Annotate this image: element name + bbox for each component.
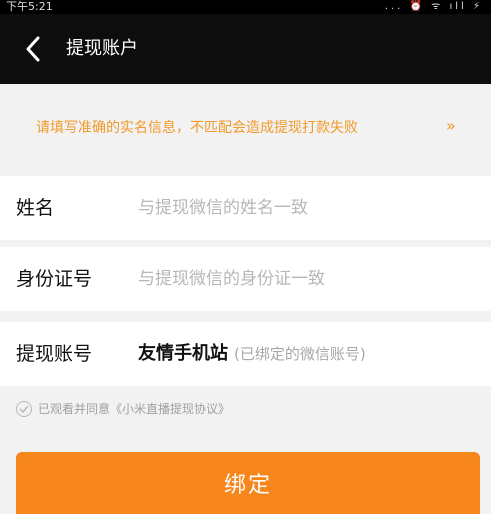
id-number-row: 身份证号	[0, 247, 491, 311]
account-label: 提现账号	[16, 343, 93, 365]
agreement[interactable]: 已观看并同意《小米直播提现协议》	[16, 398, 230, 420]
name-label: 姓名	[16, 197, 55, 219]
bind-button[interactable]: 绑定	[16, 452, 480, 514]
account-name: 友情手机站	[138, 343, 228, 364]
name-row: 姓名	[0, 176, 491, 240]
status-time: 下午5:21	[6, 0, 53, 13]
account-value: 友情手机站 (已绑定的微信账号)	[138, 342, 366, 366]
notice-banner: 请填写准确的实名信息，不匹配会造成提现打款失败 »	[0, 84, 491, 176]
nav-bar: 提现账户	[0, 14, 491, 84]
status-icons: ... ⏰ ᯤ ıll ⚡	[384, 1, 483, 12]
notice-text: 请填写准确的实名信息，不匹配会造成提现打款失败	[36, 120, 358, 136]
status-bar: 下午5:21 ... ⏰ ᯤ ıll ⚡	[0, 0, 491, 14]
back-arrow-icon[interactable]	[20, 32, 50, 66]
id-number-label: 身份证号	[16, 268, 93, 290]
notice-chevron-icon[interactable]: »	[446, 116, 456, 135]
account-hint: (已绑定的微信账号)	[234, 345, 366, 363]
name-input[interactable]	[138, 192, 468, 224]
account-row[interactable]: 提现账号 友情手机站 (已绑定的微信账号)	[0, 322, 491, 386]
agreement-text: 已观看并同意《小米直播提现协议》	[38, 402, 231, 416]
id-number-input[interactable]	[138, 263, 468, 295]
check-circle-icon[interactable]	[16, 400, 32, 417]
page-title: 提现账户	[66, 38, 138, 59]
